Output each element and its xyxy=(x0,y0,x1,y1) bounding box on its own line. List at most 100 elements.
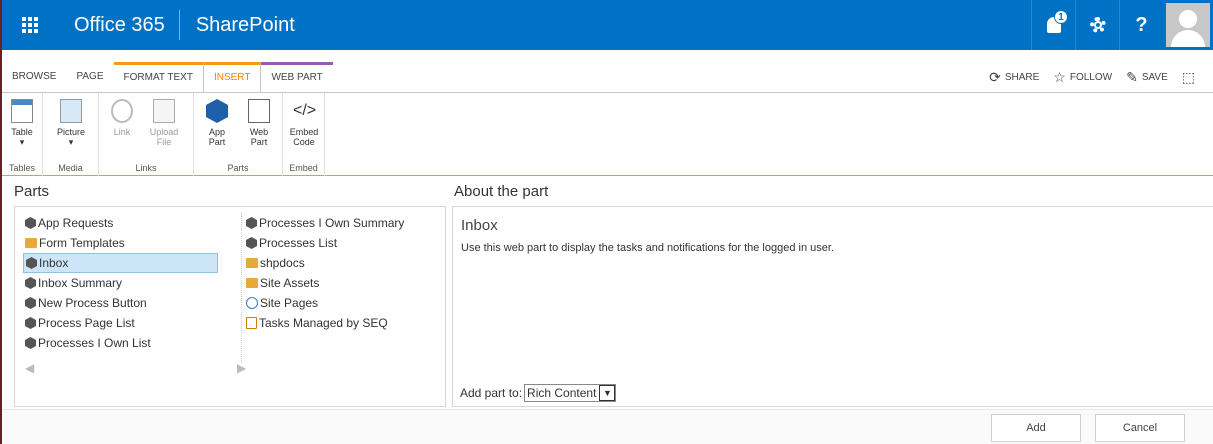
list-item-label: Inbox Summary xyxy=(38,276,123,290)
add-button[interactable]: Add xyxy=(991,414,1081,442)
hex-icon xyxy=(25,277,36,289)
folder-icon xyxy=(246,278,258,288)
share-label: SHARE xyxy=(1004,71,1040,83)
parts-column-1: App Requests Form Templates Inbox Inbox Sum… xyxy=(23,213,228,353)
group-label: Links xyxy=(135,163,157,173)
app-title[interactable]: SharePoint xyxy=(180,0,311,50)
list-item-label: Processes I Own Summary xyxy=(259,216,405,230)
group-label: Embed xyxy=(289,163,318,173)
about-panel: Inbox Use this web part to display the t… xyxy=(452,206,1213,407)
save-label: SAVE xyxy=(1141,71,1168,83)
hex-icon xyxy=(25,297,36,309)
list-item[interactable]: Tasks Managed by SEQ xyxy=(244,313,446,333)
scroll-left-icon[interactable]: ◀ xyxy=(25,361,34,375)
list-item-label: Process Page List xyxy=(38,316,135,330)
focus-icon: ⬚ xyxy=(1181,68,1195,85)
list-item[interactable]: App Requests xyxy=(23,213,228,233)
help-button[interactable]: ? xyxy=(1119,0,1163,50)
follow-label: FOLLOW xyxy=(1069,71,1113,83)
share-icon: ⟳ xyxy=(989,68,1001,85)
list-item[interactable]: Processes List xyxy=(244,233,446,253)
follow-button[interactable]: ☆ FOLLOW xyxy=(1053,69,1112,86)
help-icon: ? xyxy=(1135,13,1148,36)
picture-icon xyxy=(60,99,82,123)
list-item[interactable]: Inbox Summary xyxy=(23,273,228,293)
brand-title[interactable]: Office 365 xyxy=(58,0,179,50)
list-item-label: App Requests xyxy=(38,216,114,230)
task-icon xyxy=(246,317,257,329)
list-item[interactable]: Site Pages xyxy=(244,293,446,313)
share-button[interactable]: ⟳ SHARE xyxy=(989,69,1039,86)
settings-button[interactable] xyxy=(1075,0,1119,50)
upload-label: Upload File xyxy=(149,127,179,147)
part-description: Use this web part to display the tasks a… xyxy=(461,242,834,254)
star-icon: ☆ xyxy=(1053,68,1066,85)
group-links: Link Upload File Links xyxy=(99,93,194,176)
link-label: Link xyxy=(113,127,131,137)
link-button[interactable]: Link xyxy=(105,99,139,137)
list-item-label: Tasks Managed by SEQ xyxy=(259,316,388,330)
folder-icon xyxy=(25,238,37,248)
add-to-value: Rich Content xyxy=(527,386,597,400)
hex-icon xyxy=(246,237,257,249)
list-item[interactable]: Form Templates xyxy=(23,233,228,253)
list-item[interactable]: New Process Button xyxy=(23,293,228,313)
tab-browse[interactable]: BROWSE xyxy=(2,62,66,92)
web-part-label: Web Part xyxy=(249,127,269,147)
web-part-icon xyxy=(248,99,270,123)
scroll-right-icon[interactable]: ▶ xyxy=(237,361,246,375)
list-item-label: Processes I Own List xyxy=(38,336,151,350)
tab-web-part[interactable]: WEB PART xyxy=(261,62,333,92)
list-item-label: Processes List xyxy=(259,236,338,250)
embed-code-button[interactable]: </> Embed Code xyxy=(287,99,321,147)
cancel-button[interactable]: Cancel xyxy=(1095,414,1185,442)
add-to-label: Add part to: xyxy=(460,386,523,400)
list-item-label: New Process Button xyxy=(38,296,147,310)
hex-icon xyxy=(25,337,36,349)
footer-bar: Add Cancel xyxy=(2,409,1213,444)
table-label: Table xyxy=(11,127,33,137)
tab-insert[interactable]: INSERT xyxy=(202,62,262,92)
group-label: Tables xyxy=(8,163,35,173)
upload-file-button[interactable]: Upload File xyxy=(147,99,181,147)
hex-icon xyxy=(25,317,36,329)
list-item[interactable]: Processes I Own Summary xyxy=(244,213,446,233)
tab-format-text[interactable]: FORMAT TEXT xyxy=(113,62,203,92)
table-icon xyxy=(11,99,33,123)
add-to-select[interactable]: Rich Content ▼ xyxy=(524,384,617,402)
notification-badge: 1 xyxy=(1054,10,1068,24)
ribbon-tabs: BROWSE PAGE FORMAT TEXT INSERT WEB PART … xyxy=(2,62,1213,92)
app-launcher-icon[interactable] xyxy=(2,0,58,50)
save-button[interactable]: ✎ SAVE xyxy=(1126,69,1168,86)
list-item[interactable]: Site Assets xyxy=(244,273,446,293)
group-parts: App Part Web Part Parts xyxy=(194,93,283,176)
picture-label: Picture xyxy=(56,127,85,137)
group-label: Media xyxy=(58,163,83,173)
part-name: Inbox xyxy=(461,217,498,234)
chevron-down-icon: ▼ xyxy=(599,385,616,401)
group-tables: Table ▾ Tables xyxy=(2,93,43,176)
embed-label: Embed Code xyxy=(289,127,319,147)
hex-icon xyxy=(25,217,36,229)
suite-bar: Office 365 SharePoint 1 ? xyxy=(2,0,1213,50)
avatar[interactable] xyxy=(1166,3,1210,47)
group-embed: </> Embed Code Embed xyxy=(283,93,325,176)
app-part-button[interactable]: App Part xyxy=(200,99,234,147)
web-part-button[interactable]: Web Part xyxy=(242,99,276,147)
list-item-label: Form Templates xyxy=(39,236,125,250)
about-heading: About the part xyxy=(454,183,549,200)
parts-list: App Requests Form Templates Inbox Inbox Sum… xyxy=(14,206,446,407)
list-item-label: Site Assets xyxy=(260,276,320,290)
list-item[interactable]: Inbox xyxy=(23,253,218,273)
tab-page[interactable]: PAGE xyxy=(66,62,113,92)
list-item[interactable]: shpdocs xyxy=(244,253,446,273)
picture-button[interactable]: Picture ▾ xyxy=(54,99,88,147)
focus-button[interactable]: ⬚ xyxy=(1182,69,1195,86)
list-item-label: Site Pages xyxy=(260,296,319,310)
table-button[interactable]: Table ▾ xyxy=(5,99,39,147)
list-item[interactable]: Processes I Own List xyxy=(23,333,228,353)
link-icon xyxy=(111,99,133,123)
list-item[interactable]: Process Page List xyxy=(23,313,228,333)
notifications-button[interactable]: 1 xyxy=(1031,0,1075,50)
hex-icon xyxy=(26,257,37,269)
